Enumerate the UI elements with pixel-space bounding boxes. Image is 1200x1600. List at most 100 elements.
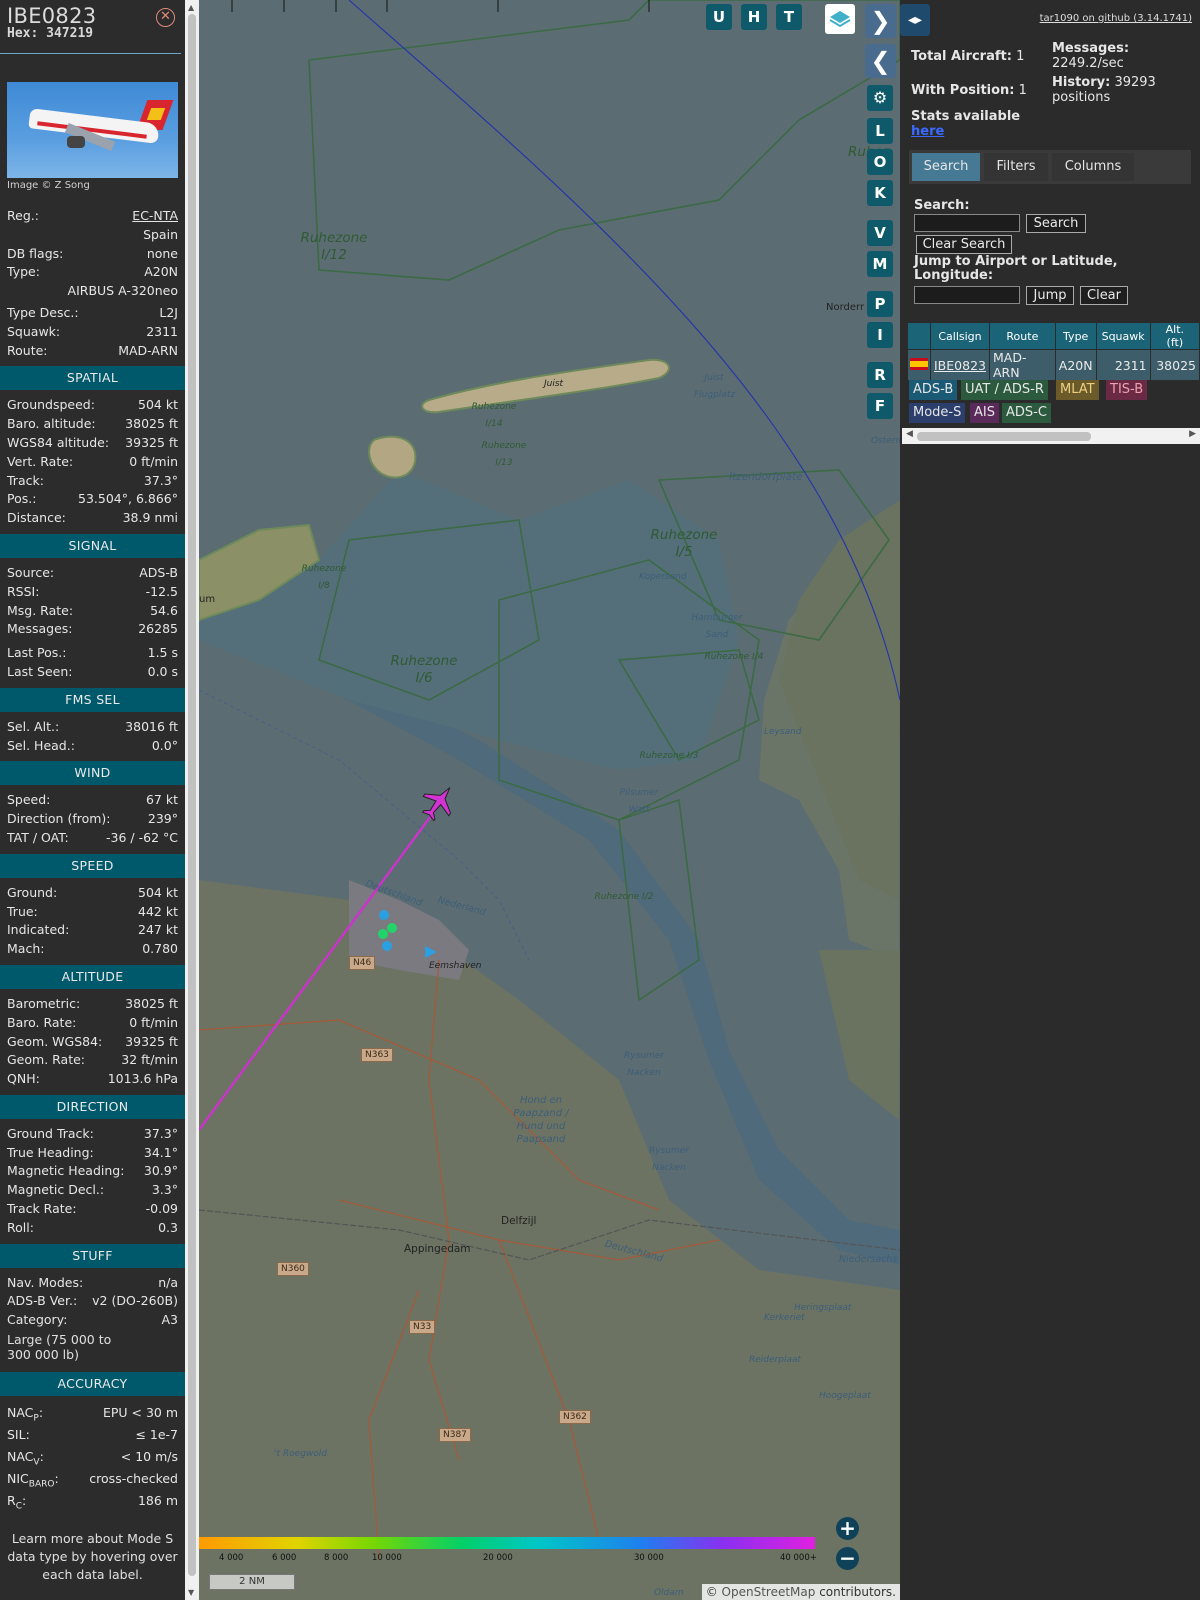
stats-link[interactable]: here xyxy=(911,124,944,139)
section-header-stuff: STUFF xyxy=(0,1243,185,1268)
scroll-right-icon[interactable]: ▶ xyxy=(1189,429,1196,439)
scroll-down-icon[interactable]: ▼ xyxy=(188,1588,194,1597)
table-row[interactable]: IBE0823 MAD-ARN A20N 2311 38025 xyxy=(907,349,1200,381)
info-key: Track Rate: xyxy=(7,1201,77,1217)
map-canvas[interactable]: Ruhezone I/12 Ruhezone I/5 Ruhezone I/6 … xyxy=(199,0,900,1600)
aircraft-header: IBE0823 Hex: 347219 ✕ xyxy=(0,0,181,54)
info-value: none xyxy=(146,245,178,261)
info-row: True Heading: 34.1° xyxy=(0,1144,185,1163)
tab-filters[interactable]: Filters xyxy=(984,153,1048,181)
next-aircraft-button[interactable]: ❯ xyxy=(865,4,896,38)
table-header[interactable]: Route xyxy=(988,322,1056,350)
table-header[interactable]: Alt. (ft) xyxy=(1149,322,1200,350)
scrollbar-thumb[interactable] xyxy=(188,14,196,1576)
info-row: Category: A3 xyxy=(0,1311,185,1330)
map-key-button[interactable]: R xyxy=(867,362,893,388)
map-label: Leysand xyxy=(764,727,802,737)
basic-info-row: Reg.: EC-NTA xyxy=(0,207,185,226)
search-button[interactable]: Search xyxy=(1026,214,1086,233)
sidebar-tabs: Search Filters Columns xyxy=(909,150,1191,184)
info-value: -12.5 xyxy=(145,583,178,599)
info-key: TAT / OAT: xyxy=(7,829,69,845)
map-key-button[interactable]: K xyxy=(867,180,893,206)
expand-arrows-icon: ◂▸ xyxy=(907,12,923,28)
jump-input[interactable] xyxy=(914,286,1020,304)
altitude-legend-label: 40 000+ xyxy=(780,1553,817,1563)
aircraft-photo[interactable] xyxy=(7,82,178,178)
layers-button[interactable] xyxy=(825,4,855,34)
map-key-button[interactable]: P xyxy=(867,291,893,317)
aircraft-marker-icon[interactable] xyxy=(415,778,462,826)
map-label: Itzendorfplate xyxy=(729,471,803,483)
basic-info-row: Route: MAD-ARN xyxy=(0,342,185,361)
map-key-button[interactable]: L xyxy=(867,118,893,144)
info-key: Barometric: xyxy=(7,995,81,1011)
toggle-sidebar-button[interactable]: ◂▸ xyxy=(900,4,930,36)
accuracy-key-text: R xyxy=(7,1493,16,1509)
info-value[interactable]: EC-NTA xyxy=(132,207,178,226)
info-value: 0.780 xyxy=(142,941,178,957)
map-label: Hond en Paapzand / Hund und Paapsand xyxy=(513,1095,569,1145)
tab-search[interactable]: Search xyxy=(912,153,980,181)
info-panel-scrollbar[interactable]: ▲ ▼ xyxy=(185,0,199,1600)
info-key: Roll: xyxy=(7,1219,34,1235)
info-key: Mach: xyxy=(7,941,45,957)
route-cell: MAD-ARN xyxy=(988,349,1056,381)
table-header[interactable]: Callsign xyxy=(930,322,990,350)
zoom-out-button[interactable]: − xyxy=(836,1547,859,1570)
info-key: Squawk: xyxy=(7,323,61,339)
info-row: Speed: 67 kt xyxy=(0,791,185,810)
info-value: 0 ft/min xyxy=(129,1014,178,1030)
messages-value: 2249.2/sec xyxy=(1052,56,1124,71)
table-header[interactable]: Type xyxy=(1054,322,1097,350)
info-row: True: 442 kt xyxy=(0,903,185,922)
previous-aircraft-button[interactable]: ❮ xyxy=(865,44,896,78)
clear-button[interactable]: Clear xyxy=(1080,286,1128,305)
chevron-left-icon: ❮ xyxy=(870,47,891,75)
map-key-button[interactable]: V xyxy=(867,220,893,246)
layers-icon xyxy=(829,11,851,28)
flag-cell xyxy=(907,349,931,381)
map-key-button[interactable]: M xyxy=(867,251,893,277)
attribution-rest: contributors. xyxy=(819,1585,896,1599)
clear-search-button[interactable]: Clear Search xyxy=(916,235,1012,254)
attribution-symbol: © xyxy=(705,1585,718,1599)
info-row: Ground: 504 kt xyxy=(0,884,185,903)
tab-columns[interactable]: Columns xyxy=(1052,153,1134,181)
map-label: Ruhezone I/13 xyxy=(481,441,527,468)
zoom-in-button[interactable]: + xyxy=(836,1517,859,1540)
altitude-legend-label: 4 000 xyxy=(219,1553,244,1563)
table-header[interactable]: Squawk xyxy=(1095,322,1151,350)
scrollbar-thumb[interactable] xyxy=(917,432,1091,441)
map-key-button[interactable]: I xyxy=(867,322,893,348)
map-label: Hamburger Sand xyxy=(691,613,743,640)
info-key: True: xyxy=(7,903,38,919)
scroll-up-icon[interactable]: ▲ xyxy=(188,3,194,12)
section-header-accuracy: ACCURACY xyxy=(0,1372,185,1397)
close-icon[interactable]: ✕ xyxy=(156,8,175,27)
map-label: Juist Flugplatz xyxy=(694,373,736,400)
map-label: Kopersand xyxy=(639,572,687,582)
search-input[interactable] xyxy=(914,214,1020,232)
map-label: um xyxy=(199,594,216,605)
info-value: 1013.6 hPa xyxy=(107,1071,178,1087)
info-row: Magnetic Decl.: 3.3° xyxy=(0,1181,185,1200)
info-value: 1.5 s xyxy=(147,645,178,661)
tar1090-page: IBE0823 Hex: 347219 ✕ Image © Z Song Reg… xyxy=(0,0,1200,1600)
info-row: Vert. Rate: 0 ft/min xyxy=(0,453,185,472)
attribution-link[interactable]: OpenStreetMap xyxy=(722,1585,816,1599)
info-value: 3.3° xyxy=(151,1182,178,1198)
jump-button[interactable]: Jump xyxy=(1026,286,1074,305)
info-key: RSSI: xyxy=(7,583,40,599)
map-key-button[interactable]: F xyxy=(867,393,893,419)
settings-button[interactable]: ⚙ xyxy=(867,85,893,111)
aircraft-info-panel: IBE0823 Hex: 347219 ✕ Image © Z Song Reg… xyxy=(0,0,185,1600)
github-link[interactable]: tar1090 on github (3.14.1741) xyxy=(1040,13,1192,24)
map-label: Eemshaven xyxy=(429,961,482,971)
info-key: Track: xyxy=(7,472,44,488)
sidebar-horizontal-scrollbar[interactable]: ◀ ▶ xyxy=(902,428,1200,444)
info-value: n/a xyxy=(158,1274,178,1290)
map-key-button[interactable]: O xyxy=(867,149,893,175)
callsign-cell[interactable]: IBE0823 xyxy=(930,349,990,381)
scroll-left-icon[interactable]: ◀ xyxy=(906,429,913,439)
